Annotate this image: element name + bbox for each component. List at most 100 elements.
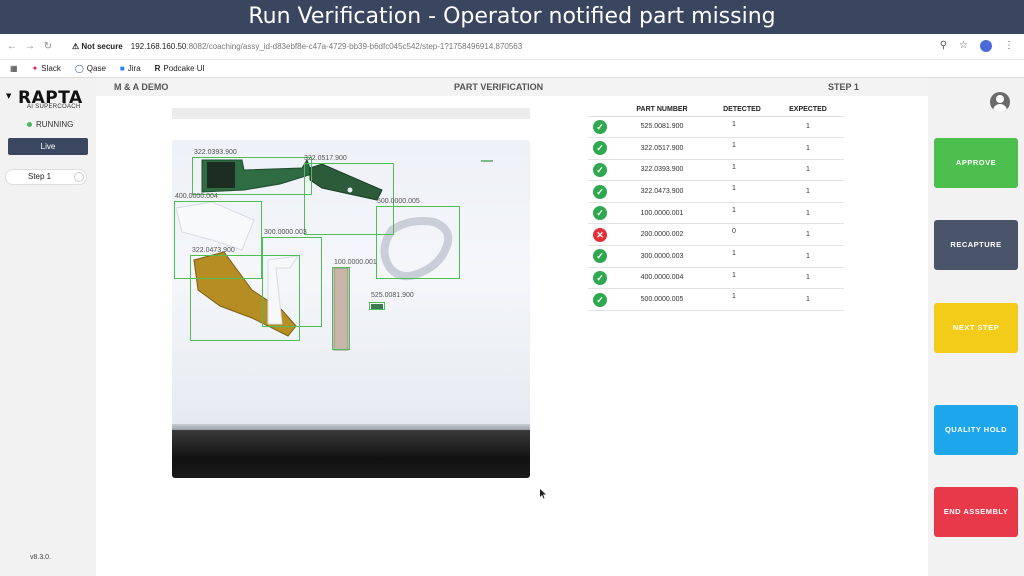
profile-avatar-icon[interactable] [980,40,992,52]
bookmark-podcake[interactable]: R Podcake UI [155,64,205,73]
detected-cell: 1 [712,202,772,225]
check-circle-icon: ✓ [593,206,607,221]
tray-shadow [172,430,530,478]
zoom-icon[interactable]: ⚲ [940,40,947,52]
end-assembly-button[interactable]: END ASSEMBLY [934,487,1018,537]
bookmark-label: Qase [86,64,106,73]
bookmark-qase[interactable]: ◯ Qase [75,64,106,73]
camera-feed[interactable]: 322.0393.900 322.0517.900 400.0000.004 5… [172,140,530,478]
expected-cell: 1 [772,159,844,182]
detected-cell: 1 [712,245,772,268]
expected-cell: 1 [772,202,844,225]
user-head [996,95,1004,103]
logo-subtitle: AI SUPERCOACH [27,104,81,110]
detection-box [376,206,460,279]
run-status: RUNNING [27,120,73,129]
detection-label: 300.0000.003 [264,229,307,236]
step-toggle[interactable] [74,172,84,182]
status-cell: ✕ [588,223,612,247]
table-row: ✓ 400.0000.004 1 1 [588,267,844,290]
detection-label: 100.0000.001 [334,259,377,266]
detected-cell: 1 [712,267,772,290]
live-button[interactable]: Live [8,138,88,155]
table-row: ✓ 100.0000.001 1 1 [588,202,844,225]
progress-strip [172,108,530,119]
bookmark-star-icon[interactable]: ☆ [959,40,968,52]
status-label: RUNNING [36,120,74,129]
url-field[interactable]: 192.168.160.50:8082/coaching/assy_id-d83… [131,42,522,51]
bookmark-jira[interactable]: ■ Jira [120,64,141,73]
right-action-panel: APPROVE RECAPTURE NEXT STEP QUALITY HOLD… [928,78,1024,576]
version-label: v8.3.0. [30,554,52,561]
status-cell: ✓ [588,288,612,311]
detected-cell: 1 [712,180,772,203]
check-circle-icon: ✓ [593,292,607,307]
expected-cell: 1 [772,245,844,268]
status-cell: ✓ [588,137,612,160]
table-row: ✓ 300.0000.003 1 1 [588,245,844,268]
reload-icon[interactable]: ↻ [42,41,54,53]
detection-label: 400.0000.004 [175,193,218,200]
status-cell: ✓ [588,180,612,203]
detected-cell: 1 [712,288,772,311]
logo-triangle-icon: ▼ [6,92,12,100]
table-row: ✓ 500.0000.005 1 1 [588,288,844,311]
jira-icon: ■ [119,64,125,73]
status-dot-icon [27,122,32,127]
detected-header: DETECTED [712,104,772,117]
podcake-icon: R [154,64,161,73]
user-body [993,104,1007,112]
check-circle-icon: ✓ [593,184,607,199]
bookmarks-bar: ▦ ✦ Slack ◯ Qase ■ Jira R Podcake UI [0,60,1024,78]
expected-cell: 1 [772,137,844,160]
bookmark-label: Slack [41,64,61,73]
assembly-name: M & A DEMO [114,82,169,92]
status-column-header [588,104,612,117]
table-row: ✓ 322.0517.900 1 1 [588,137,844,160]
forward-arrow-icon[interactable]: → [24,41,36,53]
expected-cell: 1 [772,180,844,203]
detection-label: 322.0393.900 [194,149,237,156]
status-cell: ✓ [588,245,612,268]
x-circle-icon: ✕ [593,227,607,242]
expected-cell: 1 [772,267,844,290]
next-step-button[interactable]: NEXT STEP [934,303,1018,353]
back-arrow-icon[interactable]: ← [6,41,18,53]
expected-cell: 1 [772,116,844,139]
approve-button[interactable]: APPROVE [934,138,1018,188]
detected-cell: 1 [712,137,772,160]
status-cell: ✓ [588,159,612,182]
part-number-cell: 322.0517.900 [612,137,712,160]
part-number-cell: 400.0000.004 [612,267,712,290]
table-row: ✓ 322.0393.900 1 1 [588,159,844,182]
slack-icon: ✦ [31,64,39,73]
check-circle-icon: ✓ [593,270,607,285]
part-number-cell: 322.0473.900 [612,180,712,203]
detection-box [192,157,312,195]
sidebar-item-step-1[interactable]: Step 1 [5,169,87,185]
not-secure-label: Not secure [81,42,123,51]
recapture-button[interactable]: RECAPTURE [934,220,1018,270]
part-number-cell: 300.0000.003 [612,245,712,268]
left-sidebar: ▼ RAPTA AI SUPERCOACH RUNNING Live Step 1… [0,78,96,576]
mouse-cursor-icon [540,489,546,499]
apps-grid-icon[interactable]: ▦ [10,64,18,73]
part-number-cell: 322.0393.900 [612,159,712,182]
detected-cell: 1 [712,159,772,182]
quality-hold-button[interactable]: QUALITY HOLD [934,405,1018,455]
browser-menu-icon[interactable]: ⋮ [1004,40,1014,52]
bookmark-slack[interactable]: ✦ Slack [32,64,61,73]
table-header-row: PART NUMBER DETECTED EXPECTED [588,104,844,117]
status-cell: ✓ [588,116,612,139]
check-circle-icon: ✓ [593,119,607,134]
not-secure-indicator[interactable]: ⚠ Not secure [72,42,123,51]
bookmark-label: Podcake UI [163,64,205,73]
detection-label: 525.0081.900 [371,292,414,299]
detection-box [332,267,350,350]
detection-label: 322.0517.900 [304,155,347,162]
part-number-cell: 100.0000.001 [612,202,712,225]
detection-label: 500.0000.005 [377,198,420,205]
step-indicator: STEP 1 [828,82,859,92]
url-host: 192.168.160.50 [130,42,187,51]
user-account-icon[interactable] [990,92,1010,112]
